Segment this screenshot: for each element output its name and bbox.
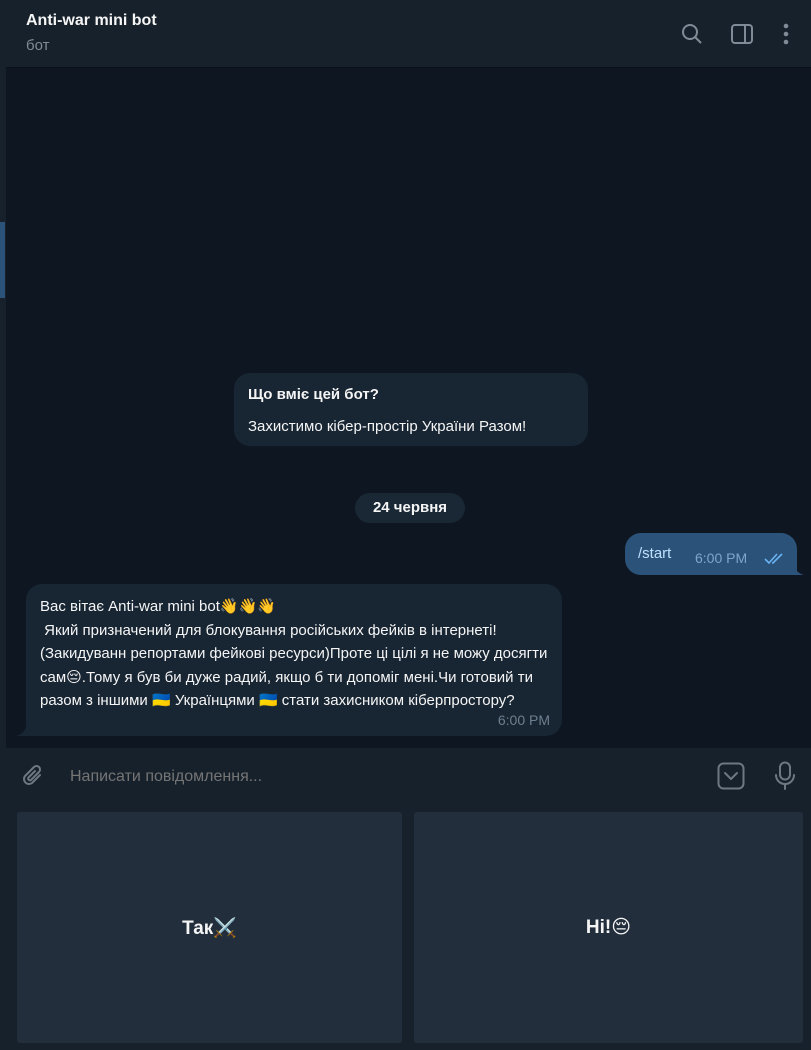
date-separator: 24 червня — [355, 493, 465, 523]
read-ticks-icon — [764, 552, 786, 570]
keyboard-button-yes[interactable]: Так⚔️ — [17, 812, 402, 1043]
message-text[interactable]: /start — [638, 545, 671, 562]
active-chat-marker — [0, 222, 5, 298]
chat-header: Anti-war mini bot бот — [6, 0, 811, 68]
reply-keyboard: Так⚔️ Ні!😔 — [6, 802, 811, 1050]
bot-info-card: Що вміє цей бот? Захистимо кібер-простір… — [234, 373, 588, 446]
chat-title[interactable]: Anti-war mini bot — [26, 12, 157, 30]
keyboard-button-no[interactable]: Ні!😔 — [414, 812, 803, 1043]
sidebar-toggle-icon[interactable] — [728, 20, 756, 48]
outgoing-message[interactable]: /start 6:00 PM — [625, 533, 797, 575]
message-input[interactable] — [68, 765, 632, 789]
chat-subtitle: бот — [26, 37, 50, 54]
keyboard-toggle-icon[interactable] — [716, 761, 746, 791]
bot-info-description: Захистимо кібер-простір України Разом! — [248, 418, 527, 435]
message-composer — [6, 748, 811, 802]
bot-info-title: Що вміє цей бот? — [248, 386, 379, 403]
message-text[interactable]: Вас вітає Anti-war mini bot👋👋👋 Який приз… — [40, 595, 556, 713]
bubble-tail-out — [792, 563, 804, 575]
search-icon[interactable] — [678, 20, 706, 48]
bubble-tail-in — [16, 724, 28, 736]
incoming-message[interactable]: Вас вітає Anti-war mini bot👋👋👋 Який приз… — [26, 584, 562, 736]
attach-icon[interactable] — [20, 762, 48, 790]
more-vertical-icon[interactable] — [772, 20, 800, 48]
message-time: 6:00 PM — [497, 712, 550, 728]
message-list[interactable]: Що вміє цей бот? Захистимо кібер-простір… — [6, 68, 811, 748]
microphone-icon[interactable] — [770, 760, 800, 792]
message-time: 6:00 PM — [695, 550, 748, 566]
